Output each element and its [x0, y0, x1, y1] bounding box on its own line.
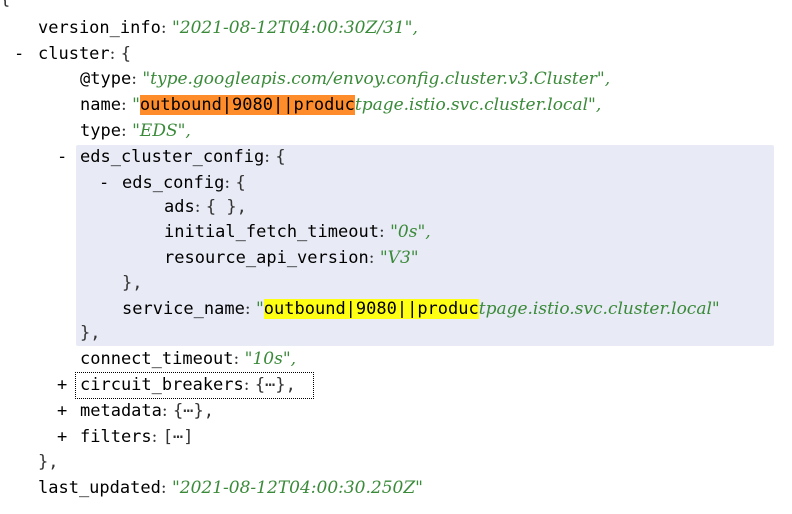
- circuit-breakers-collapsed-value[interactable]: {⋯},: [255, 375, 296, 395]
- type-at-value: "type.googleapis.com/envoy.config.cluste…: [142, 69, 611, 89]
- cluster-collapse-toggle[interactable]: -: [14, 41, 24, 67]
- eds-cluster-config-close: },: [80, 323, 101, 343]
- name-search-highlight: outbound|9080||produc: [139, 95, 355, 115]
- type-row[interactable]: type: "EDS",: [80, 118, 191, 144]
- cluster-key: cluster: [38, 44, 110, 64]
- cluster-close: },: [38, 452, 59, 472]
- type-key: type: [80, 121, 121, 141]
- version-info-key: version_info: [38, 18, 161, 38]
- eds-config-key: eds_config: [122, 173, 225, 193]
- ads-row[interactable]: ads: { },: [164, 194, 247, 220]
- root-open-brace: {: [0, 0, 10, 12]
- eds-config-collapse-toggle[interactable]: -: [99, 170, 109, 196]
- eds-cluster-config-row[interactable]: eds_cluster_config: {: [80, 144, 286, 170]
- eds-config-close: },: [122, 273, 143, 293]
- circuit-breakers-row[interactable]: circuit_breakers: {⋯},: [80, 372, 296, 398]
- connect-timeout-row[interactable]: connect_timeout: "10s",: [80, 346, 296, 372]
- service-name-key: service_name: [122, 299, 245, 319]
- type-at-key: @type: [80, 69, 132, 89]
- metadata-row[interactable]: metadata: {⋯},: [80, 398, 214, 424]
- name-key: name: [80, 95, 121, 115]
- last-updated-key: last_updated: [38, 478, 161, 498]
- initial-fetch-timeout-key: initial_fetch_timeout: [164, 222, 379, 242]
- type-at-row[interactable]: @type: "type.googleapis.com/envoy.config…: [80, 66, 610, 92]
- filters-row[interactable]: filters: [⋯]: [80, 424, 194, 450]
- metadata-key: metadata: [80, 401, 162, 421]
- connect-timeout-key: connect_timeout: [80, 349, 234, 369]
- name-row[interactable]: name: "outbound|9080||productpage.istio.…: [80, 92, 601, 118]
- initial-fetch-timeout-row[interactable]: initial_fetch_timeout: "0s",: [164, 219, 431, 245]
- last-updated-value: "2021-08-12T04:00:30.250Z": [171, 478, 423, 498]
- filters-collapsed-value[interactable]: [⋯]: [163, 427, 194, 447]
- filters-expand-toggle[interactable]: +: [57, 424, 67, 450]
- name-value-rest: tpage.istio.svc.cluster.local",: [354, 95, 602, 115]
- type-value: "EDS",: [132, 121, 191, 141]
- connect-timeout-value: "10s",: [244, 349, 297, 369]
- resource-api-version-row[interactable]: resource_api_version: "V3": [164, 245, 419, 271]
- resource-api-version-key: resource_api_version: [164, 248, 369, 268]
- cluster-row[interactable]: cluster: {: [38, 41, 131, 67]
- ads-value: { },: [205, 197, 247, 217]
- last-updated-row[interactable]: last_updated: "2021-08-12T04:00:30.250Z": [38, 475, 423, 501]
- resource-api-version-value: "V3": [379, 248, 419, 268]
- version-info-value: "2021-08-12T04:00:30Z/31",: [171, 18, 418, 38]
- ads-key: ads: [164, 197, 195, 217]
- version-info-row[interactable]: version_info: "2021-08-12T04:00:30Z/31",: [38, 15, 418, 41]
- eds-cluster-config-key: eds_cluster_config: [80, 147, 265, 167]
- metadata-collapsed-value[interactable]: {⋯},: [173, 401, 214, 421]
- metadata-expand-toggle[interactable]: +: [57, 398, 67, 424]
- filters-key: filters: [80, 427, 152, 447]
- service-name-search-highlight: outbound|9080||produc: [263, 299, 479, 319]
- circuit-breakers-key: circuit_breakers: [80, 375, 244, 395]
- eds-config-row[interactable]: eds_config: {: [122, 170, 246, 196]
- service-name-value-rest: tpage.istio.svc.cluster.local": [478, 299, 720, 319]
- initial-fetch-timeout-value: "0s",: [390, 222, 431, 242]
- circuit-breakers-expand-toggle[interactable]: +: [57, 372, 67, 398]
- service-name-row[interactable]: service_name: "outbound|9080||productpag…: [122, 296, 720, 322]
- eds-cluster-config-collapse-toggle[interactable]: -: [57, 144, 67, 170]
